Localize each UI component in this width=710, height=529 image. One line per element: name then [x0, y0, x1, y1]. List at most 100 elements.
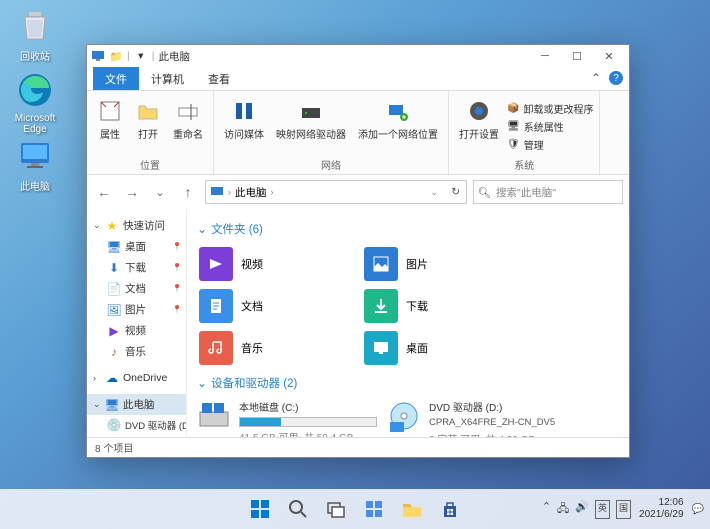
sidebar-item-documents[interactable]: 📄文档 — [87, 278, 186, 299]
titlebar: 📁 | ▾ | 此电脑 ─ ☐ ✕ — [87, 45, 629, 67]
pc-icon — [91, 49, 105, 63]
picture-icon — [372, 255, 390, 273]
desktop-icon-recycle-bin[interactable]: 回收站 — [5, 5, 65, 63]
ribbon-group-label: 位置 — [140, 157, 160, 172]
document-icon — [207, 297, 225, 315]
sidebar-item-music[interactable]: ♪音乐 — [87, 341, 186, 362]
tray-chevron-icon[interactable]: ⌃ — [542, 500, 551, 519]
address-text: 此电脑 — [235, 185, 267, 200]
sidebar-item-dvd[interactable]: 💿DVD 驱动器 (D:) — [87, 415, 186, 435]
minimize-button[interactable]: ─ — [529, 45, 561, 67]
drive-icon — [198, 400, 230, 432]
tab-view[interactable]: 查看 — [196, 67, 242, 90]
widgets-button[interactable] — [358, 493, 390, 525]
back-button[interactable]: ← — [93, 181, 115, 203]
taskbar: ⌃ 🖧 🔊 英 国 12:06 2021/6/29 💬 — [0, 489, 710, 529]
sidebar-this-pc[interactable]: ⌄🖥此电脑 — [87, 394, 186, 415]
devices-group-header[interactable]: 设备和驱动器 (2) — [197, 375, 619, 391]
folder-documents[interactable]: 文档 — [197, 287, 352, 325]
status-bar: 8 个项目 — [87, 437, 629, 457]
properties-button[interactable]: 属性 — [93, 95, 127, 157]
sidebar-quick-access[interactable]: ⌄★快速访问 — [87, 215, 186, 236]
system-tray: ⌃ 🖧 🔊 英 国 12:06 2021/6/29 💬 — [542, 497, 704, 521]
task-view-button[interactable] — [320, 493, 352, 525]
content-pane: 文件夹 (6) 视频 图片 文档 下载 音乐 桌面 设备和驱动器 (2) 本地磁… — [187, 209, 629, 437]
desktop-icon-this-pc[interactable]: 此电脑 — [5, 135, 65, 193]
forward-button[interactable]: → — [121, 181, 143, 203]
uninstall-button[interactable]: 📦卸载或更改程序 — [507, 101, 593, 116]
notifications-icon[interactable]: 💬 — [692, 504, 704, 515]
help-icon[interactable]: ? — [609, 71, 623, 85]
close-button[interactable]: ✕ — [593, 45, 625, 67]
program-icon: 📦 — [507, 103, 519, 114]
picture-icon: 🖼 — [107, 303, 121, 317]
edge-icon — [17, 72, 53, 108]
lang-indicator[interactable]: 国 — [616, 500, 631, 519]
folder-downloads[interactable]: 下载 — [362, 287, 517, 325]
recycle-bin-icon — [17, 7, 53, 43]
search-input[interactable]: 搜索"此电脑" — [473, 180, 623, 204]
chip-icon: 🖥 — [507, 121, 520, 132]
drive-label: CPRA_X64FRE_ZH-CN_DV5 — [429, 417, 567, 428]
volume-icon[interactable]: 🔊 — [575, 500, 589, 519]
drive-dvd[interactable]: DVD 驱动器 (D:) CPRA_X64FRE_ZH-CN_DV5 0 字节 … — [387, 399, 567, 437]
tab-computer[interactable]: 计算机 — [139, 67, 196, 90]
folder-small-icon: 📁 — [109, 49, 123, 63]
drive-free-text: 41.5 GB 可用, 共 59.4 GB — [239, 429, 377, 437]
collapse-ribbon-icon[interactable]: ⌃ — [591, 71, 601, 85]
start-button[interactable] — [244, 493, 276, 525]
clock[interactable]: 12:06 2021/6/29 — [639, 497, 684, 521]
file-explorer-window: 📁 | ▾ | 此电脑 ─ ☐ ✕ 文件 计算机 查看 ⌃ ? 属性 打开 重命… — [86, 44, 630, 458]
explorer-taskbar-button[interactable] — [396, 493, 428, 525]
desktop-icon-label: 回收站 — [20, 52, 50, 63]
folder-videos[interactable]: 视频 — [197, 245, 352, 283]
sidebar-item-pictures[interactable]: 🖼图片 — [87, 299, 186, 320]
clock-date: 2021/6/29 — [639, 509, 684, 521]
ribbon-group-label: 系统 — [514, 157, 534, 172]
folder-desktop[interactable]: 桌面 — [362, 329, 517, 367]
rename-button[interactable]: 重命名 — [169, 95, 207, 157]
store-button[interactable] — [434, 493, 466, 525]
chevron-down-icon[interactable]: ⌄ — [430, 187, 438, 198]
folder-music[interactable]: 音乐 — [197, 329, 352, 367]
video-icon — [207, 255, 225, 273]
maximize-button[interactable]: ☐ — [561, 45, 593, 67]
address-bar[interactable]: › 此电脑 › ⌄ — [205, 180, 467, 204]
network-icon[interactable]: 🖧 — [557, 500, 569, 519]
folder-pictures[interactable]: 图片 — [362, 245, 517, 283]
navigation-bar: ← → ⌄ ↑ › 此电脑 › ⌄ 搜索"此电脑" — [87, 175, 629, 209]
pc-icon — [210, 185, 224, 199]
sidebar-item-downloads[interactable]: ⬇下载 — [87, 257, 186, 278]
folders-group-header[interactable]: 文件夹 (6) — [197, 221, 619, 237]
drive-name: 本地磁盘 (C:) — [239, 399, 377, 414]
open-settings-button[interactable]: 打开设置 — [455, 95, 503, 157]
dropdown-icon[interactable]: ▾ — [134, 49, 148, 63]
video-icon: ▶ — [107, 324, 121, 338]
star-icon: ★ — [105, 219, 119, 233]
ime-indicator[interactable]: 英 — [595, 500, 610, 519]
desktop-icon-label: Microsoft Edge — [15, 113, 56, 135]
up-button[interactable]: ↑ — [177, 181, 199, 203]
add-network-button[interactable]: 添加一个网络位置 — [354, 95, 442, 157]
access-media-button[interactable]: 访问媒体 — [220, 95, 268, 157]
tab-file[interactable]: 文件 — [93, 67, 139, 90]
sidebar-item-desktop[interactable]: 🖥桌面 — [87, 236, 186, 257]
music-icon — [207, 339, 225, 357]
shield-icon: 🛡 — [507, 139, 520, 150]
manage-button[interactable]: 🛡管理 — [507, 137, 593, 152]
desktop-icon-edge[interactable]: Microsoft Edge — [5, 70, 65, 135]
history-dropdown[interactable]: ⌄ — [149, 181, 171, 203]
disc-icon — [388, 400, 420, 432]
pc-icon: 🖥 — [105, 398, 119, 412]
search-button[interactable] — [282, 493, 314, 525]
drive-usage-bar — [239, 417, 377, 427]
sidebar-item-videos[interactable]: ▶视频 — [87, 320, 186, 341]
map-drive-button[interactable]: 映射网络驱动器 — [272, 95, 350, 157]
desktop-icon — [372, 339, 390, 357]
this-pc-icon — [17, 137, 53, 173]
sidebar-onedrive[interactable]: ›☁OneDrive — [87, 368, 186, 388]
drive-c[interactable]: 本地磁盘 (C:) 41.5 GB 可用, 共 59.4 GB — [197, 399, 377, 437]
window-title: 此电脑 — [158, 49, 190, 64]
open-button[interactable]: 打开 — [131, 95, 165, 157]
system-properties-button[interactable]: 🖥系统属性 — [507, 119, 593, 134]
